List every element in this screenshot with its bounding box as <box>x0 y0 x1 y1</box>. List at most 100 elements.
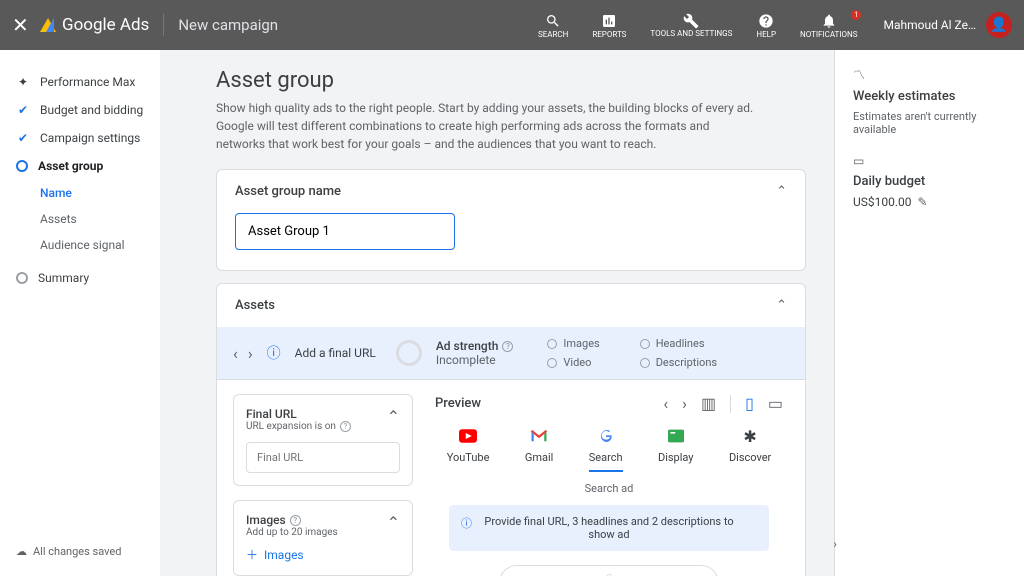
assets-toolbar: ‹ › ⓘ Add a final URL Ad strength? Incom… <box>217 327 805 380</box>
avatar: 👤 <box>986 12 1012 38</box>
display-icon <box>667 427 685 445</box>
estimates-panel: 〽 Weekly estimates Estimates aren't curr… <box>834 50 1024 576</box>
main-content: Asset group Show high quality ads to the… <box>160 50 834 576</box>
close-icon[interactable]: ✕ <box>12 13 32 37</box>
stepper-sidebar: ✦Performance Max ✔Budget and bidding ✔Ca… <box>0 50 160 576</box>
ads-logo-icon <box>40 18 56 32</box>
notifications-tool[interactable]: 1NOTIFICATIONS <box>800 12 857 39</box>
preview-hint: ⓘ Provide final URL, 3 headlines and 2 d… <box>449 505 769 551</box>
wrench-icon <box>682 12 700 30</box>
collapse-panel-icon[interactable]: › <box>825 534 845 554</box>
user-name: Mahmoud Al Ze… <box>883 18 976 32</box>
sidebar-sub-audience[interactable]: Audience signal <box>0 232 160 258</box>
assets-card: Assets ⌃ ‹ › ⓘ Add a final URL Ad streng… <box>216 283 806 576</box>
plus-icon: ＋ <box>246 546 258 563</box>
notification-badge: 1 <box>851 10 861 20</box>
gmail-icon <box>530 427 548 445</box>
search-icon <box>544 12 562 30</box>
page-subtitle: Show high quality ads to the right peopl… <box>216 99 756 153</box>
circle-icon <box>547 339 557 349</box>
check-icon: ✔ <box>16 131 30 145</box>
search-tool[interactable]: SEARCH <box>538 12 568 39</box>
sidebar-item-summary[interactable]: Summary <box>0 264 160 292</box>
chip-headlines: Headlines <box>640 337 717 350</box>
images-card: Images? Add up to 20 images ⌃ ＋Images <box>233 500 413 576</box>
channel-gmail[interactable]: Gmail <box>525 427 553 472</box>
spark-icon: ✦ <box>16 75 30 89</box>
autosave-status: ☁All changes saved <box>0 535 160 568</box>
strength-ring-icon <box>396 340 422 366</box>
circle-icon <box>640 339 650 349</box>
help-icon[interactable]: ? <box>502 341 513 352</box>
header-tools: SEARCH REPORTS TOOLS AND SETTINGS HELP 1… <box>538 12 858 39</box>
info-icon[interactable]: ⓘ <box>267 343 281 363</box>
sidebar-sub-assets[interactable]: Assets <box>0 206 160 232</box>
sidebar-sub-name[interactable]: Name <box>0 180 160 206</box>
ad-strength: Ad strength? Incomplete <box>436 339 514 367</box>
preview-prev-icon[interactable]: ‹ <box>663 394 668 413</box>
chevron-up-icon[interactable]: ⌃ <box>387 513 400 532</box>
search-ad-label: Search ad <box>429 482 789 495</box>
help-icon[interactable]: ? <box>340 421 351 432</box>
youtube-icon <box>459 427 477 445</box>
help-icon[interactable]: ? <box>290 515 301 526</box>
asset-group-name-card: Asset group name ⌃ <box>216 169 806 271</box>
sidebar-item-campaign[interactable]: ✔Campaign settings <box>0 124 160 152</box>
final-url-input[interactable] <box>246 442 400 473</box>
reports-tool[interactable]: REPORTS <box>592 12 626 39</box>
preview-title: Preview <box>435 396 481 411</box>
chip-video: Video <box>547 356 599 369</box>
preview-next-icon[interactable]: › <box>682 394 687 413</box>
trend-icon: 〽 <box>853 66 1006 83</box>
help-icon <box>757 12 775 30</box>
discover-icon: ✱ <box>741 427 759 445</box>
edit-icon[interactable]: ✎ <box>918 195 928 209</box>
sidebar-item-pmax[interactable]: ✦Performance Max <box>0 68 160 96</box>
add-images-button[interactable]: ＋Images <box>246 546 400 563</box>
chevron-up-icon[interactable]: ⌃ <box>776 298 787 313</box>
prev-arrow-icon[interactable]: ‹ <box>233 344 238 363</box>
phone-mock: Google <box>499 565 719 576</box>
daily-budget-value: US$100.00 <box>853 195 912 209</box>
card-heading: Asset group name <box>235 184 341 199</box>
chevron-up-icon[interactable]: ⌃ <box>387 407 400 426</box>
app-header: ✕ Google Ads New campaign SEARCH REPORTS… <box>0 0 1024 50</box>
circle-icon <box>547 358 557 368</box>
google-g-icon <box>597 427 615 445</box>
desktop-device-icon[interactable]: ▭ <box>768 394 783 413</box>
final-url-title: Final URL <box>246 407 351 421</box>
preview-panel: Preview ‹ › ▥ ▯ ▭ YouTube Gmail <box>429 394 789 576</box>
next-arrow-icon[interactable]: › <box>248 344 253 363</box>
tools-settings-tool[interactable]: TOOLS AND SETTINGS <box>650 12 732 39</box>
bell-icon <box>820 12 838 30</box>
user-menu[interactable]: Mahmoud Al Ze… 👤 <box>883 12 1012 38</box>
circle-icon <box>640 358 650 368</box>
brand-text: Google Ads <box>62 15 149 35</box>
page-context: New campaign <box>178 16 278 34</box>
check-icon: ✔ <box>16 103 30 117</box>
channel-search[interactable]: Search <box>589 427 623 472</box>
page-title: Asset group <box>216 68 806 93</box>
columns-icon[interactable]: ▥ <box>701 394 716 413</box>
channel-youtube[interactable]: YouTube <box>447 427 490 472</box>
brand-logo: Google Ads <box>40 15 149 35</box>
help-tool[interactable]: HELP <box>756 12 776 39</box>
separator <box>730 395 731 413</box>
sidebar-item-assetgroup[interactable]: Asset group <box>0 152 160 180</box>
channel-display[interactable]: Display <box>658 427 694 472</box>
weekly-note: Estimates aren't currently available <box>853 110 1006 136</box>
sidebar-item-budget[interactable]: ✔Budget and bidding <box>0 96 160 124</box>
asset-group-name-input[interactable] <box>235 213 455 250</box>
header-divider <box>163 14 164 36</box>
channel-discover[interactable]: ✱Discover <box>729 427 771 472</box>
card-heading: Assets <box>235 298 275 313</box>
card-icon: ▭ <box>853 154 1006 168</box>
current-step-icon <box>16 160 28 172</box>
chip-images: Images <box>547 337 599 350</box>
weekly-heading: Weekly estimates <box>853 89 1006 104</box>
preview-channels: YouTube Gmail Search Display ✱Discover <box>429 427 789 472</box>
mobile-device-icon[interactable]: ▯ <box>745 394 754 413</box>
reports-icon <box>600 12 618 30</box>
pending-step-icon <box>16 272 28 284</box>
chevron-up-icon[interactable]: ⌃ <box>776 184 787 199</box>
